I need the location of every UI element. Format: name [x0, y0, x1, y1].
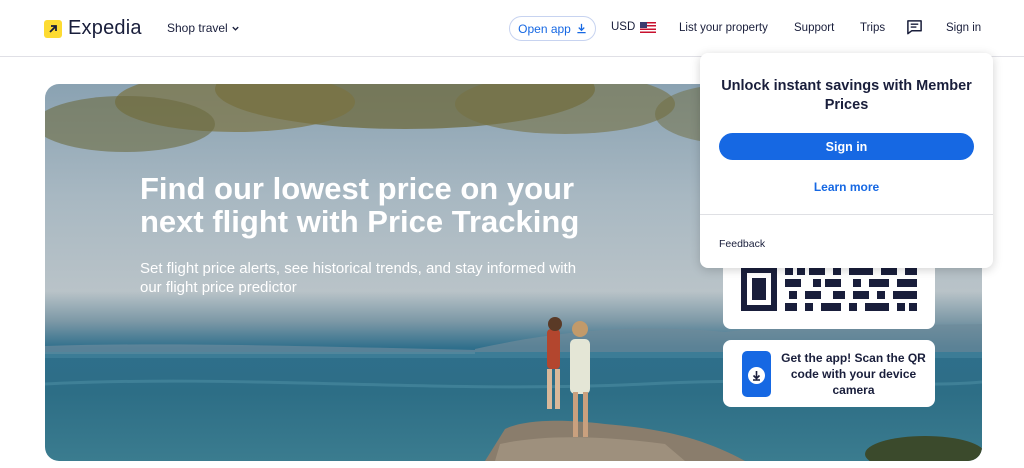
chevron-down-icon — [232, 26, 239, 31]
us-flag-icon — [640, 21, 657, 33]
open-app-label: Open app — [518, 21, 571, 36]
sign-in-link[interactable]: Sign in — [946, 22, 981, 34]
learn-more-link[interactable]: Learn more — [700, 180, 993, 194]
currency-label: USD — [611, 21, 636, 33]
logo-text: Expedia — [68, 17, 142, 39]
hero-subtitle: Set flight price alerts, see historical … — [140, 260, 577, 296]
open-app-button[interactable]: Open app — [509, 16, 596, 41]
expedia-logo[interactable]: Expedia — [44, 17, 142, 40]
currency-selector[interactable]: USD — [611, 21, 657, 33]
phone-download-icon — [742, 350, 771, 397]
shop-travel-menu[interactable]: Shop travel — [167, 21, 240, 35]
shop-travel-label: Shop travel — [167, 21, 228, 35]
arrow-up-right-icon — [44, 19, 62, 38]
download-icon — [577, 23, 586, 34]
message-icon[interactable] — [906, 19, 923, 41]
get-app-text: Get the app! Scan the QR code with your … — [781, 350, 926, 397]
popup-sign-in-button[interactable]: Sign in — [719, 133, 974, 160]
trips-link[interactable]: Trips — [860, 22, 885, 34]
popup-title: Unlock instant savings with Member Price… — [721, 78, 972, 113]
member-prices-popup: Unlock instant savings with Member Price… — [700, 53, 993, 268]
hero-title: Find our lowest price on your next fligh… — [140, 171, 580, 239]
feedback-link[interactable]: Feedback — [719, 238, 765, 250]
support-link[interactable]: Support — [794, 22, 834, 34]
list-your-property-link[interactable]: List your property — [679, 22, 768, 34]
popup-divider — [700, 214, 993, 215]
top-header: Expedia Shop travel Open app USD List yo… — [0, 0, 1024, 57]
get-app-card[interactable]: Get the app! Scan the QR code with your … — [723, 340, 935, 407]
